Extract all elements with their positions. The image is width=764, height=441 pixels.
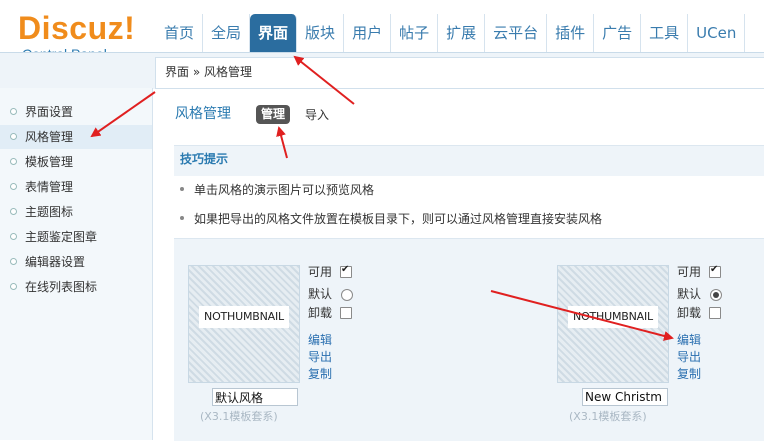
nav-item-forums[interactable]: 版块 — [297, 14, 345, 52]
edit-link[interactable]: 编辑 — [677, 331, 701, 349]
bullet-icon — [10, 183, 17, 190]
sidebar-item-thread-icons[interactable]: 主题图标 — [0, 200, 152, 224]
nav-item-users[interactable]: 用户 — [344, 14, 392, 52]
export-link[interactable]: 导出 — [308, 348, 332, 366]
tab-manage[interactable]: 管理 — [256, 105, 291, 124]
option-label-uninstall: 卸载 — [677, 306, 702, 320]
nav-item-ucenter[interactable]: UCen — [688, 14, 746, 52]
bullet-icon — [10, 208, 17, 215]
tips-header — [174, 145, 764, 176]
tip-text: 单击风格的演示图片可以预览风格 — [194, 183, 375, 197]
bullet-icon — [10, 133, 17, 140]
style-name-input[interactable] — [212, 388, 298, 406]
nav-item-home[interactable]: 首页 — [156, 14, 204, 52]
sidebar-item-label: 界面设置 — [25, 105, 74, 119]
sidebar-item-template-manage[interactable]: 模板管理 — [0, 150, 152, 174]
nav-item-ads[interactable]: 广告 — [594, 14, 642, 52]
nav-item-posts[interactable]: 帖子 — [391, 14, 439, 52]
logo[interactable]: Discuz! — [18, 10, 135, 46]
export-link[interactable]: 导出 — [677, 348, 701, 366]
sidebar-item-interface-settings[interactable]: 界面设置 — [0, 100, 152, 124]
option-label-uninstall: 卸载 — [308, 306, 333, 320]
enabled-checkbox[interactable] — [709, 264, 721, 278]
thumbnail-placeholder: NOTHUMBNAIL — [199, 306, 289, 328]
sidebar-item-thread-stamps[interactable]: 主题鉴定图章 — [0, 225, 152, 249]
sidebar-item-smilies[interactable]: 表情管理 — [0, 175, 152, 199]
option-label-default: 默认 — [677, 287, 702, 301]
bullet-icon — [10, 233, 17, 240]
copy-link[interactable]: 复制 — [308, 365, 332, 383]
option-label-enabled: 可用 — [677, 265, 702, 279]
sidebar-item-label: 主题图标 — [25, 205, 74, 219]
template-package-label: (X3.1模板套系) — [200, 410, 278, 423]
copy-link[interactable]: 复制 — [677, 365, 701, 383]
bullet-icon — [10, 108, 17, 115]
default-radio[interactable] — [710, 289, 722, 301]
top-nav: 首页 全局 界面 版块 用户 帖子 扩展 云平台 插件 广告 工具 UCen — [156, 14, 746, 52]
uninstall-checkbox[interactable] — [709, 307, 721, 319]
breadcrumb: 界面 » 风格管理 — [165, 65, 252, 79]
tips-title: 技巧提示 — [180, 152, 229, 166]
sidebar-item-label: 表情管理 — [25, 180, 74, 194]
style-thumbnail[interactable]: NOTHUMBNAIL — [557, 265, 669, 383]
uninstall-checkbox[interactable] — [340, 307, 352, 319]
option-label-default: 默认 — [308, 287, 333, 301]
thumbnail-placeholder: NOTHUMBNAIL — [568, 306, 658, 328]
tip-text: 如果把导出的风格文件放置在模板目录下，则可以通过风格管理直接安装风格 — [194, 212, 603, 226]
sidebar-item-label: 模板管理 — [25, 155, 74, 169]
sidebar-item-label: 主题鉴定图章 — [25, 230, 98, 244]
style-thumbnail[interactable]: NOTHUMBNAIL — [188, 265, 300, 383]
nav-item-cloud[interactable]: 云平台 — [485, 14, 548, 52]
tab-import[interactable]: 导入 — [305, 107, 329, 123]
sidebar-item-label: 在线列表图标 — [25, 280, 98, 294]
nav-item-tools[interactable]: 工具 — [641, 14, 689, 52]
bullet-icon — [10, 283, 17, 290]
default-radio[interactable] — [341, 289, 353, 301]
sidebar: 界面设置 风格管理 模板管理 表情管理 主题图标 主题鉴定图章 编辑器设置 在线… — [0, 88, 153, 440]
bullet-icon — [10, 158, 17, 165]
nav-item-plugins[interactable]: 插件 — [547, 14, 595, 52]
sidebar-item-style-manage[interactable]: 风格管理 — [0, 125, 152, 149]
nav-item-global[interactable]: 全局 — [203, 14, 251, 52]
edit-link[interactable]: 编辑 — [308, 331, 332, 349]
sidebar-item-label: 风格管理 — [25, 130, 74, 144]
sidebar-item-online-icons[interactable]: 在线列表图标 — [0, 275, 152, 299]
bullet-icon — [180, 216, 184, 220]
template-package-label: (X3.1模板套系) — [569, 410, 647, 423]
option-label-enabled: 可用 — [308, 265, 333, 279]
sidebar-item-label: 编辑器设置 — [25, 255, 86, 269]
nav-item-extend[interactable]: 扩展 — [438, 14, 486, 52]
nav-item-interface[interactable]: 界面 — [250, 14, 298, 52]
enabled-checkbox[interactable] — [340, 264, 352, 278]
style-name-input[interactable] — [582, 388, 668, 406]
sidebar-item-editor-settings[interactable]: 编辑器设置 — [0, 250, 152, 274]
bullet-icon — [10, 258, 17, 265]
bullet-icon — [180, 187, 184, 191]
page-title: 风格管理 — [175, 106, 231, 122]
